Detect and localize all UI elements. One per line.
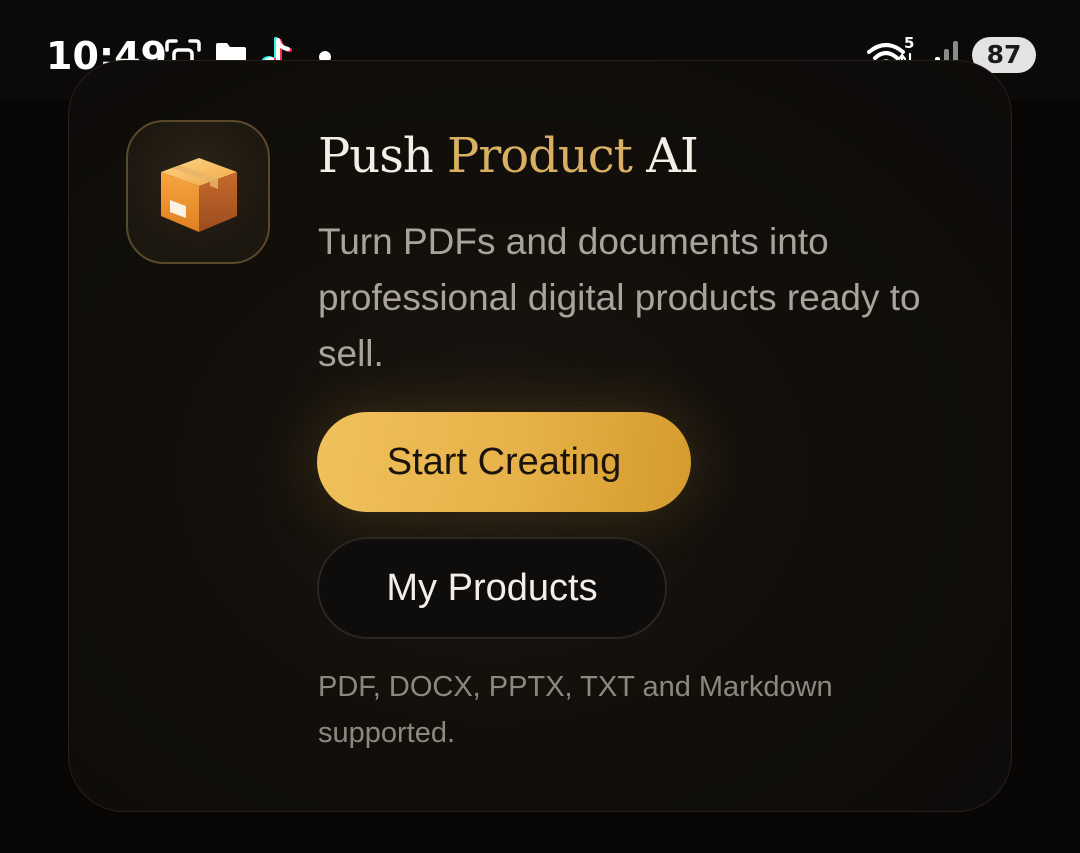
wifi-generation-badge: 5 [904,34,915,52]
my-products-button[interactable]: My Products [317,537,667,639]
package-box-icon [161,158,237,232]
app-title: Push Product AI [318,128,699,184]
title-word-ai: AI [631,128,699,184]
title-word-product: Product [447,128,633,184]
supported-formats-note: PDF, DOCX, PPTX, TXT and Markdown suppor… [318,671,833,749]
app-tagline: Turn PDFs and documents into professiona… [318,221,921,374]
start-creating-button[interactable]: Start Creating [317,412,691,512]
app-logo [126,120,270,264]
title-word-push: Push [318,128,448,184]
